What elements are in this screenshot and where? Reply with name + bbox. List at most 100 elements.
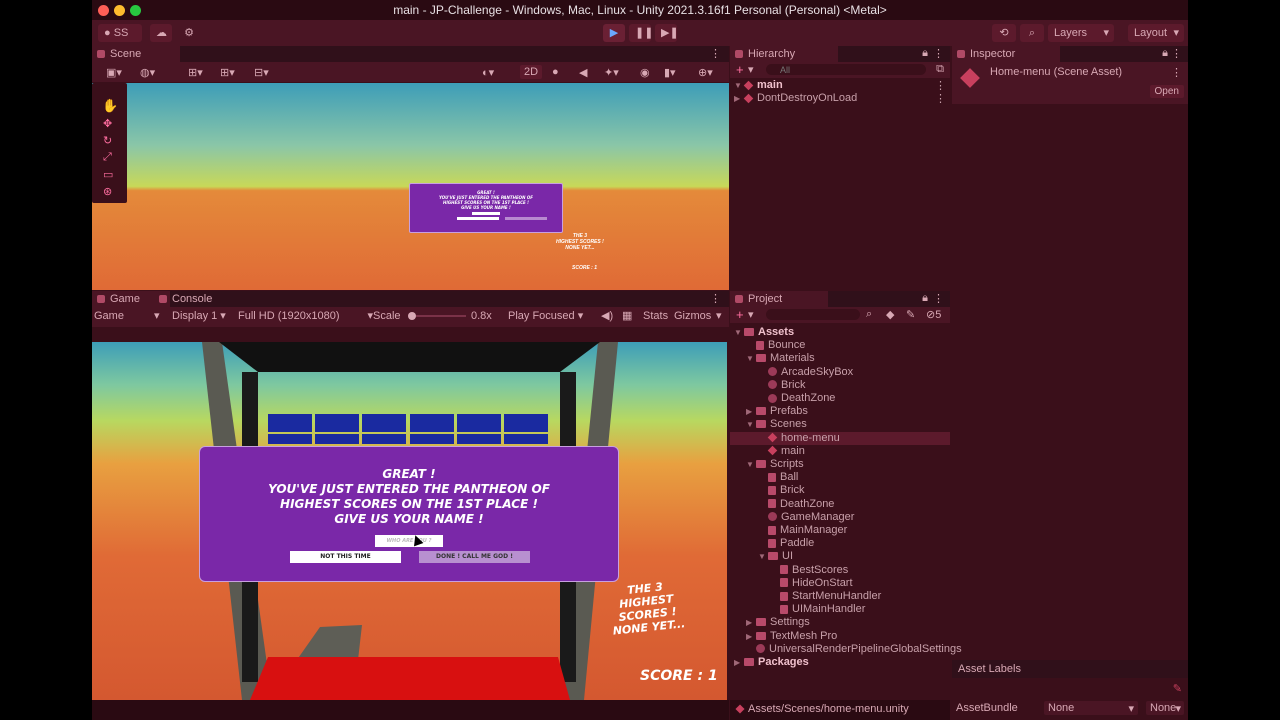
tag-icon[interactable]: ✎ — [1173, 682, 1182, 695]
shading-icon[interactable]: ◐▾ — [482, 66, 494, 79]
minimize-window-icon[interactable] — [114, 5, 125, 16]
display-dropdown[interactable]: Display 1 ▾ — [172, 308, 226, 324]
more-icon[interactable]: ⋮ — [935, 79, 946, 92]
gizmos-toggle[interactable]: Gizmos — [674, 308, 711, 324]
scene-view[interactable]: ✋ ✥ ↻ ⤢ ▭ ⊛ GREAT ! YOU'VE JUST ENTERED … — [92, 83, 729, 290]
more-icon[interactable]: ⋮ — [933, 292, 944, 305]
audio-icon[interactable]: ◀ — [579, 66, 587, 79]
project-item[interactable]: ▼ UI — [730, 550, 950, 563]
project-item[interactable]: Ball — [730, 471, 950, 484]
layout-dropdown[interactable]: Layout ▾ — [1128, 24, 1184, 42]
project-item[interactable]: ▶ Settings — [730, 616, 950, 629]
globe-icon[interactable]: ◍▾ — [140, 66, 155, 79]
expand-arrow-icon[interactable]: ▶ — [746, 632, 756, 641]
chevron-down-icon[interactable]: ▾ — [748, 63, 754, 76]
hierarchy-item-main[interactable]: ▼ main ⋮ — [734, 79, 948, 92]
project-item[interactable]: main — [730, 445, 950, 458]
play-focused-dropdown[interactable]: Play Focused ▾ — [508, 308, 583, 324]
cloud-icon[interactable]: ☁ — [150, 24, 172, 42]
expand-arrow-icon[interactable]: ▶ — [734, 658, 744, 667]
game-mode-dropdown[interactable]: Game — [94, 308, 124, 324]
effects-icon[interactable]: ✦▾ — [604, 66, 619, 79]
project-item[interactable]: Paddle — [730, 537, 950, 550]
expand-arrow-icon[interactable]: ▶ — [746, 407, 756, 416]
lock-icon[interactable]: 🔒︎ — [922, 292, 928, 305]
add-icon[interactable]: + — [736, 307, 744, 322]
tab-scene[interactable]: Scene — [92, 46, 180, 62]
expand-arrow-icon[interactable]: ▼ — [746, 460, 756, 469]
mute-audio-icon[interactable]: ◀) — [601, 308, 613, 324]
project-item[interactable]: Brick — [730, 484, 950, 497]
hierarchy-item-dontdestroyonload[interactable]: ▶ DontDestroyOnLoad ⋮ — [734, 92, 948, 105]
chevron-down-icon[interactable]: ▾ — [748, 308, 754, 321]
search-by-type-icon[interactable]: ⌕ — [866, 308, 872, 321]
more-icon[interactable]: ⋮ — [1171, 66, 1182, 79]
asset-bundle-dropdown[interactable]: None ▾ — [1044, 701, 1138, 715]
history-icon[interactable]: ⟲ — [992, 24, 1016, 42]
project-item[interactable]: ▶ TextMesh Pro — [730, 630, 950, 643]
visibility-icon[interactable]: ◉ — [640, 66, 650, 79]
more-icon[interactable]: ⋮ — [1171, 47, 1182, 60]
search-by-label-icon[interactable]: ◆ — [886, 308, 894, 321]
transform-tool-icon[interactable]: ⊛ — [103, 185, 112, 198]
scale-tool-icon[interactable]: ⤢ — [103, 151, 112, 164]
done-button[interactable]: DONE ! CALL ME GOD ! — [419, 551, 530, 563]
project-item[interactable]: home-menu — [730, 431, 950, 445]
project-item[interactable]: UniversalRenderPipelineGlobalSettings — [730, 643, 962, 656]
lock-icon[interactable]: 🔒︎ — [922, 47, 928, 60]
more-icon[interactable]: ⋮ — [935, 92, 946, 105]
tab-project[interactable]: Project — [730, 291, 828, 307]
move-tool-icon[interactable]: ✥ — [103, 117, 112, 130]
project-item[interactable]: ▼ Assets — [730, 326, 950, 339]
2d-toggle[interactable]: 2D — [520, 65, 543, 79]
keyboard-icon[interactable]: ▦ — [622, 308, 632, 324]
more-icon[interactable]: ⋮ — [710, 47, 721, 60]
project-item[interactable]: MainManager — [730, 524, 950, 537]
tab-hierarchy[interactable]: Hierarchy — [730, 46, 838, 62]
gizmos-icon[interactable]: ⊕▾ — [698, 66, 713, 79]
close-window-icon[interactable] — [98, 5, 109, 16]
project-item[interactable]: ▼ Scripts — [730, 458, 950, 471]
rotate-tool-icon[interactable]: ↻ — [103, 134, 112, 147]
lighting-icon[interactable]: ● — [552, 66, 559, 78]
hand-tool-icon[interactable]: ✋ — [102, 98, 118, 114]
layers-dropdown[interactable]: Layers ▾ — [1048, 24, 1114, 42]
project-item[interactable]: ▶ Packages — [730, 656, 950, 669]
pause-button[interactable]: ❚❚ — [629, 24, 653, 42]
project-item[interactable]: DeathZone — [730, 498, 950, 511]
hidden-packages-icon[interactable]: ⊘5 — [926, 308, 941, 321]
open-button[interactable]: Open — [1149, 85, 1184, 98]
chevron-down-icon[interactable]: ▾ — [716, 308, 722, 324]
add-icon[interactable]: + — [736, 62, 744, 77]
collab-icon[interactable]: ⚙ — [178, 24, 200, 42]
project-item[interactable]: HideOnStart — [730, 577, 950, 590]
play-button[interactable]: ▶ — [603, 24, 625, 42]
lock-icon[interactable]: 🔒︎ — [1162, 47, 1168, 60]
project-item[interactable]: BestScores — [730, 564, 950, 577]
project-item[interactable]: ▶ Prefabs — [730, 405, 950, 418]
search-icon[interactable]: ⌕ — [1020, 24, 1044, 42]
more-icon[interactable]: ⋮ — [933, 47, 944, 60]
increment-snap-icon[interactable]: ⊟▾ — [254, 66, 269, 79]
camera-icon[interactable]: ▮▾ — [664, 66, 676, 79]
favorite-icon[interactable]: ✎ — [906, 308, 915, 321]
expand-arrow-icon[interactable]: ▶ — [734, 94, 744, 103]
not-this-time-button[interactable]: NOT THIS TIME — [290, 551, 401, 563]
project-item[interactable]: DeathZone — [730, 392, 950, 405]
scale-slider-track[interactable] — [416, 315, 466, 317]
expand-arrow-icon[interactable]: ▼ — [758, 552, 768, 561]
tab-console[interactable]: Console — [154, 291, 242, 307]
expand-arrow-icon[interactable]: ▼ — [734, 81, 744, 90]
more-icon[interactable]: ⋮ — [710, 292, 721, 305]
project-search-input[interactable] — [766, 309, 860, 320]
stats-toggle[interactable]: Stats — [643, 308, 668, 324]
maximize-window-icon[interactable] — [130, 5, 141, 16]
draw-mode-icon[interactable]: ▣▾ — [106, 66, 122, 79]
hierarchy-search-input[interactable] — [766, 64, 926, 75]
resolution-dropdown[interactable]: Full HD (1920x1080) ▾ — [238, 308, 373, 324]
rect-tool-icon[interactable]: ▭ — [103, 168, 113, 181]
project-item[interactable]: Brick — [730, 379, 950, 392]
filter-icon[interactable]: ⧉ — [936, 63, 944, 76]
pivot-icon[interactable]: ⊞▾ — [188, 66, 203, 79]
expand-arrow-icon[interactable]: ▼ — [734, 328, 744, 337]
